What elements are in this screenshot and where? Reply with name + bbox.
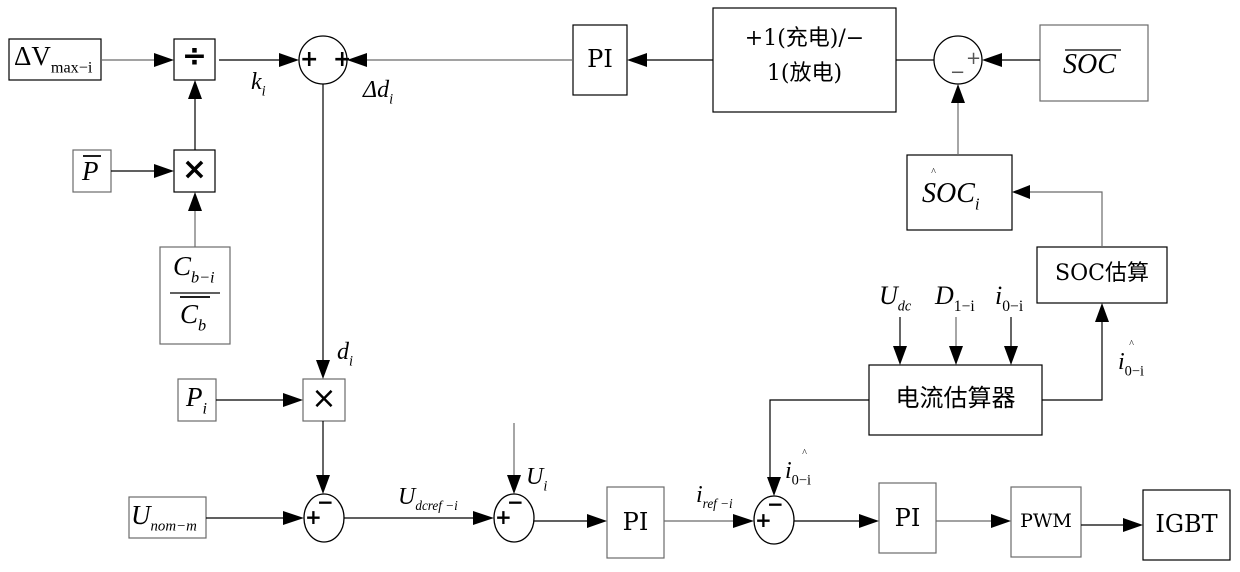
u-i-label: Ui [526,464,548,495]
u-dc-label: Udc [879,281,912,315]
i0-label: i0−i [995,281,1024,316]
soc-hat-label: SOCi [922,178,980,214]
minus-sign: − [950,62,966,83]
i0-hat-label-bottom: i0−i [785,458,811,489]
igbt-label: IGBT [1155,510,1218,538]
current-estimator-label: 电流估算器 [895,384,1016,412]
d1-label: D1−i [935,281,975,316]
k-i-label: ki [251,69,266,100]
sign-block-line1: +1(充电)/− [744,26,865,51]
plus-sign: + [300,47,319,72]
capacity-denominator-label: Cb [180,299,207,335]
i0-hat-caret-right: ^ [1129,339,1134,350]
multiply-icon: × [311,381,337,416]
pi-voltage-label: PI [622,508,649,536]
i0-hat-label-right: i0−i [1118,349,1144,380]
sign-block-line2: 1(放电) [766,61,843,86]
delta-v-max-label: ΔVmax−i [14,41,93,77]
i0-hat-caret-bottom: ^ [802,448,807,459]
i-ref-label: iref −i [696,482,733,511]
pi-top-label: PI [587,45,613,73]
plus-sign: + [333,47,352,72]
d-i-label: di [337,339,353,370]
sign-block [712,7,897,113]
p-i-label: Pi [186,382,207,418]
minus-sign: − [507,490,524,514]
plus-sign: + [966,48,982,69]
soc-hat-caret: ^ [931,167,936,178]
delta-d-i-label: Δdi [363,77,394,108]
soc-estimation-label: SOC估算 [1055,261,1149,286]
capacity-numerator-label: Cb−i [173,251,215,287]
soc-bar-label: SOC [1063,49,1116,80]
u-dcref-label: Udcref −i [398,484,458,513]
block-diagram [8,7,1231,561]
minus-sign: − [767,492,784,516]
divide-icon: ÷ [181,39,208,74]
multiply-icon: × [181,152,208,187]
pi-current-label: PI [894,504,921,532]
u-nom-label: Unom−m [131,500,197,535]
minus-sign: − [317,490,334,514]
pwm-label: PWM [1020,510,1072,532]
p-bar-label: P [82,156,99,186]
